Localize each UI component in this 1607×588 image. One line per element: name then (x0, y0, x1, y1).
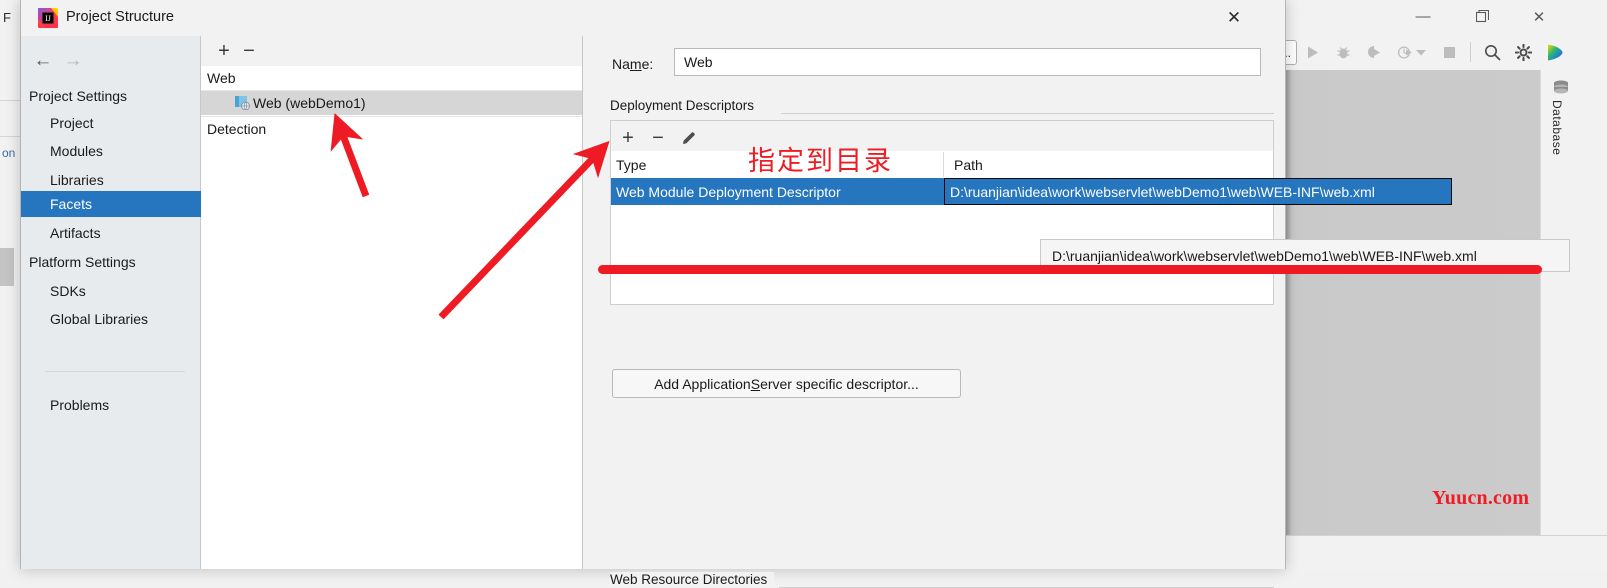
ide-minimize-button[interactable]: — (1400, 0, 1446, 33)
dialog-close-button[interactable]: ✕ (1208, 0, 1260, 36)
navigate-back-icon[interactable]: ← (29, 48, 57, 74)
watermark: Yuucn.com (1432, 487, 1530, 509)
deployment-descriptors-rule (781, 113, 1274, 114)
ide-maximize-button[interactable] (1459, 0, 1505, 33)
database-tool-window-tab[interactable]: Database (1546, 100, 1564, 180)
database-icon[interactable] (1551, 80, 1571, 96)
add-server-btn-pre: Add Application (654, 375, 751, 392)
settings-navigation-panel: ← → Project Settings Project Modules Lib… (21, 36, 201, 569)
sidebar-item-problems[interactable]: Problems (21, 392, 201, 418)
facet-tree-row-web[interactable]: Web (webDemo1) (201, 91, 582, 115)
add-server-btn-accel: S (750, 375, 761, 392)
descriptor-row-type-cell[interactable]: Web Module Deployment Descriptor (611, 178, 944, 205)
name-label-accel: m (629, 56, 642, 72)
run-icon[interactable] (1300, 40, 1324, 64)
run-with-coverage-icon[interactable] (1362, 40, 1386, 64)
sidebar-item-modules[interactable]: Modules (21, 138, 201, 164)
navigate-forward-icon[interactable]: → (59, 48, 87, 74)
remove-descriptor-button[interactable]: − (645, 126, 671, 150)
profile-dropdown-icon[interactable] (1414, 40, 1428, 64)
name-input[interactable]: Web (674, 48, 1261, 76)
path-underline-bar (598, 265, 1542, 274)
sidebar-item-libraries[interactable]: Libraries (21, 167, 201, 193)
facets-detection-header: Detection (201, 116, 582, 141)
ide-status-bar (1286, 548, 1607, 569)
debug-icon[interactable] (1331, 40, 1355, 64)
nav-heading-project-settings: Project Settings (29, 88, 128, 104)
ide-left-divider-2 (0, 136, 20, 137)
ide-project-tab-text: on (2, 146, 16, 160)
name-label: Name: (612, 56, 653, 72)
descriptor-row-path-cell[interactable]: D:\ruanjian\idea\work\webservlet\webDemo… (944, 178, 1452, 205)
restore-icon (1475, 10, 1489, 23)
name-label-post: e: (641, 56, 654, 72)
ide-left-divider-1 (0, 100, 20, 101)
stop-icon[interactable] (1437, 40, 1461, 64)
sidebar-item-project[interactable]: Project (21, 110, 201, 136)
add-application-server-descriptor-button[interactable]: Add Application Server specific descript… (612, 369, 961, 398)
annotation-note: 指定到目录 (748, 146, 893, 177)
dialog-titlebar (21, 0, 1285, 36)
descriptors-table-header (611, 151, 1273, 179)
sidebar-item-global-libraries[interactable]: Global Libraries (21, 306, 201, 332)
web-resource-directories-legend: Web Resource Directories (610, 572, 775, 587)
column-header-path[interactable]: Path (954, 157, 983, 173)
facets-group-header: Web (201, 66, 582, 91)
deployment-descriptors-legend: Deployment Descriptors (610, 98, 762, 113)
intellij-idea-icon: IJ (38, 8, 58, 28)
search-icon[interactable] (1480, 40, 1504, 64)
facet-details-panel: Name: Web Deployment Descriptors + − Typ… (583, 36, 1452, 588)
ide-menu-file[interactable]: F (3, 10, 11, 25)
project-structure-dialog: IJ Project Structure ✕ ← → Project Setti… (20, 0, 1452, 588)
dialog-title: Project Structure (66, 9, 174, 25)
toolbar-separator (1470, 42, 1471, 62)
web-facet-icon (235, 96, 250, 111)
ide-assistant-icon[interactable] (1542, 40, 1566, 64)
svg-text:IJ: IJ (45, 14, 51, 23)
sidebar-item-sdks[interactable]: SDKs (21, 278, 201, 304)
sidebar-item-artifacts[interactable]: Artifacts (21, 220, 201, 246)
descriptors-header-separator (943, 152, 944, 177)
pencil-icon[interactable] (676, 126, 702, 150)
add-server-btn-post: erver specific descriptor... (760, 375, 919, 392)
column-header-type[interactable]: Type (616, 157, 646, 173)
ide-left-tool-tab[interactable] (0, 248, 14, 286)
remove-facet-button[interactable]: − (237, 39, 261, 63)
nav-heading-platform-settings: Platform Settings (29, 254, 136, 270)
deployment-descriptors-toolbar (611, 121, 1273, 152)
add-descriptor-button[interactable]: + (615, 126, 641, 150)
ide-editor-area (1286, 70, 1540, 535)
facet-row-label: Web (webDemo1) (253, 95, 366, 111)
sidebar-item-facets[interactable]: Facets (21, 191, 201, 217)
add-facet-button[interactable]: + (212, 39, 236, 63)
name-label-pre: Na (612, 56, 630, 72)
ide-close-button[interactable]: ✕ (1516, 0, 1562, 33)
nav-divider (45, 371, 185, 372)
gear-icon[interactable] (1511, 40, 1535, 64)
facets-list-panel: + − Web Web (webDemo1) Detection (201, 36, 583, 569)
